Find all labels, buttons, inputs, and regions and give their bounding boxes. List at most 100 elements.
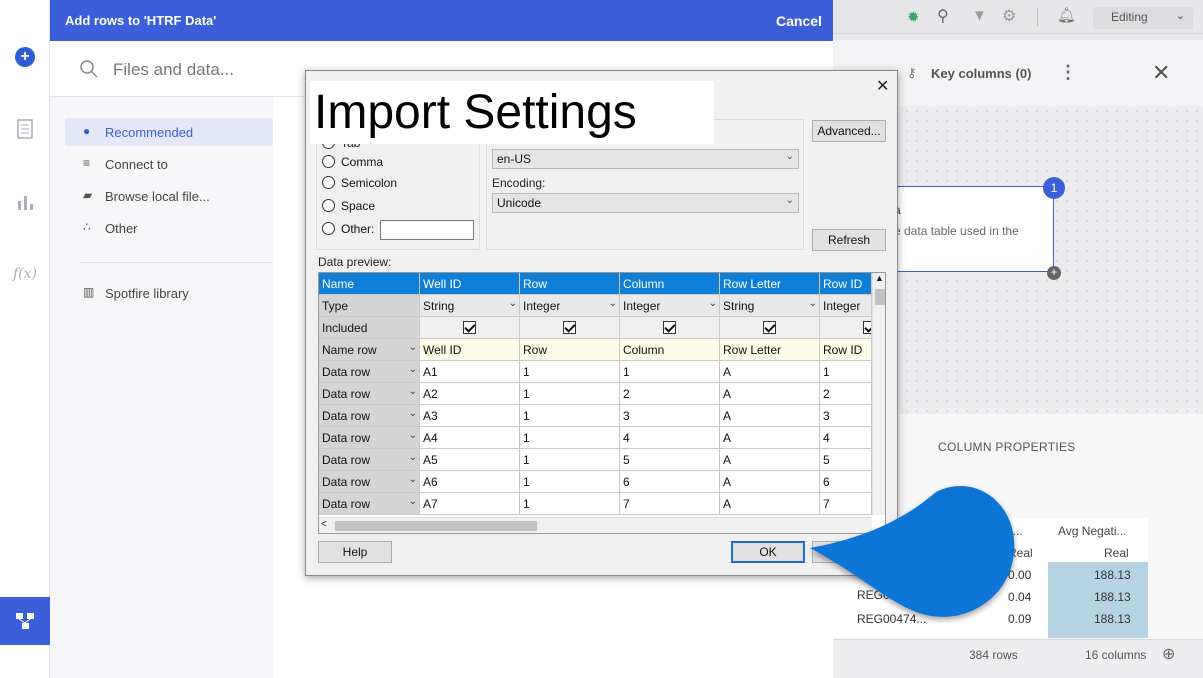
chart-icon[interactable] xyxy=(13,190,37,214)
column-header[interactable]: Row Letter xyxy=(720,273,820,295)
checkbox-checked-icon xyxy=(863,321,871,334)
row-type-select[interactable]: Data row ⌄ xyxy=(319,383,420,405)
column-header[interactable]: Column xyxy=(620,273,720,295)
data-canvas-icon[interactable] xyxy=(0,597,50,645)
nav-recommended[interactable]: ● Recommended xyxy=(65,118,273,146)
nav-other[interactable]: ∴ Other xyxy=(65,214,273,242)
row-type-select[interactable]: Data row ⌄ xyxy=(319,493,420,515)
nav-connect-to[interactable]: ≡ Connect to xyxy=(65,150,273,178)
cancel-button[interactable]: Cancel xyxy=(776,13,822,29)
key-columns-label[interactable]: Key columns (0) xyxy=(931,66,1031,81)
more-icon[interactable]: ⋮ xyxy=(1059,62,1077,83)
name-cell: Row Letter xyxy=(720,339,820,361)
search-icon[interactable]: ⚲ xyxy=(937,6,949,26)
close-icon[interactable]: ✕ xyxy=(876,76,889,96)
scroll-up-icon[interactable]: ▲ xyxy=(875,273,884,283)
dots-icon: ∴ xyxy=(83,220,91,234)
data-cell: 4 xyxy=(620,427,720,449)
refresh-button[interactable]: Refresh xyxy=(812,229,886,251)
column-header[interactable]: Row xyxy=(520,273,620,295)
scroll-left-icon[interactable]: < xyxy=(321,519,327,530)
name-cell: Well ID xyxy=(420,339,520,361)
scroll-thumb[interactable] xyxy=(335,521,537,531)
culture-select[interactable]: en-US ⌄ xyxy=(492,149,799,169)
bell-icon[interactable]: 🔔︎ xyxy=(1057,6,1076,24)
page-icon[interactable] xyxy=(13,117,37,141)
radio-other[interactable]: Other: xyxy=(322,222,374,236)
include-checkbox[interactable] xyxy=(420,317,520,339)
column-header[interactable]: Row ID xyxy=(820,273,872,295)
radio-space[interactable]: Space xyxy=(322,199,375,213)
type-select[interactable]: Integer ⌄ xyxy=(520,295,620,317)
encoding-value: Unicode xyxy=(497,196,542,210)
radio-semicolon[interactable]: Semicolon xyxy=(322,176,397,190)
status-footer: 384 rows 16 columns ⊕ xyxy=(832,639,1203,678)
row-type-select[interactable]: Data row ⌄ xyxy=(319,449,420,471)
data-cell: 5 xyxy=(820,449,872,471)
row-type-value: Data row xyxy=(322,387,371,401)
scroll-thumb[interactable] xyxy=(875,289,885,305)
chevron-down-icon: ⌄ xyxy=(785,151,794,162)
grid-row-label: Name xyxy=(319,273,420,295)
data-cell: 7 xyxy=(620,493,720,515)
chevron-down-icon: ⌄ xyxy=(408,452,417,463)
include-checkbox[interactable] xyxy=(620,317,720,339)
add-node-icon[interactable]: + xyxy=(1047,266,1061,280)
type-select[interactable]: Integer ⌄ xyxy=(620,295,720,317)
data-cell: A xyxy=(720,361,820,383)
name-cell: Row ID xyxy=(820,339,872,361)
include-checkbox[interactable] xyxy=(820,317,872,339)
type-select[interactable]: Integer xyxy=(820,295,872,317)
row-type-select[interactable]: Data row ⌄ xyxy=(319,361,420,383)
nav-browse-local-file[interactable]: ▰ Browse local file... xyxy=(65,182,273,210)
horizontal-scrollbar[interactable]: < xyxy=(319,517,872,533)
data-cell: A xyxy=(720,471,820,493)
globe-icon[interactable]: ⊕ xyxy=(1162,644,1175,664)
other-separator-input[interactable] xyxy=(380,220,474,240)
gear-status-icon[interactable]: ✹ xyxy=(907,8,920,26)
chevron-down-icon: ⌄ xyxy=(1175,10,1185,22)
chevron-down-icon: ⌄ xyxy=(408,474,417,485)
data-cell: A7 xyxy=(420,493,520,515)
row-type-select[interactable]: Name row ⌄ xyxy=(319,339,420,361)
nav-spotfire-library[interactable]: ▥ Spotfire library xyxy=(65,279,273,307)
function-icon[interactable]: f(x) xyxy=(13,262,37,286)
add-icon[interactable]: + xyxy=(15,47,35,67)
data-cell: A1 xyxy=(420,361,520,383)
row-type-select[interactable]: Data row ⌄ xyxy=(319,405,420,427)
settings-icon[interactable]: ⚙ xyxy=(1002,6,1016,26)
close-icon[interactable]: ✕ xyxy=(1152,60,1170,86)
culture-value: en-US xyxy=(497,152,532,166)
filter-icon[interactable]: ▼ xyxy=(972,7,987,24)
encoding-select[interactable]: Unicode ⌄ xyxy=(492,193,799,213)
include-checkbox[interactable] xyxy=(520,317,620,339)
radio-label: Space xyxy=(341,199,376,213)
column-count: 16 columns xyxy=(1085,648,1147,662)
search-input[interactable]: Files and data... xyxy=(113,60,234,80)
row-type-select[interactable]: Data row ⌄ xyxy=(319,427,420,449)
data-cell: A xyxy=(720,383,820,405)
row-type-select[interactable]: Data row ⌄ xyxy=(319,471,420,493)
data-cell: A xyxy=(720,449,820,471)
type-select[interactable]: String ⌄ xyxy=(420,295,520,317)
table-header: Avg Negati... xyxy=(1058,524,1127,538)
type-select[interactable]: String ⌄ xyxy=(720,295,820,317)
left-rail: + f(x) xyxy=(0,0,50,678)
column-header[interactable]: Well ID xyxy=(420,273,520,295)
ok-button[interactable]: OK xyxy=(731,541,805,563)
type-value: String xyxy=(423,299,455,313)
chevron-down-icon: ⌄ xyxy=(785,195,794,206)
include-checkbox[interactable] xyxy=(720,317,820,339)
data-cell: 4 xyxy=(820,427,872,449)
type-value: Integer xyxy=(523,299,561,313)
column-properties-title: COLUMN PROPERTIES xyxy=(938,440,1076,454)
type-value: Integer xyxy=(823,299,861,313)
advanced-button[interactable]: Advanced... xyxy=(812,120,886,142)
chevron-down-icon: ⌄ xyxy=(608,298,617,309)
radio-label: Comma xyxy=(341,155,384,169)
help-button[interactable]: Help xyxy=(318,541,392,563)
mode-dropdown[interactable]: Editing ⌄ xyxy=(1093,7,1193,29)
radio-comma[interactable]: Comma xyxy=(322,155,383,169)
data-preview-grid[interactable]: Name Well ID Row Column Row Letter Row I… xyxy=(318,272,886,534)
data-cell: 1 xyxy=(520,471,620,493)
